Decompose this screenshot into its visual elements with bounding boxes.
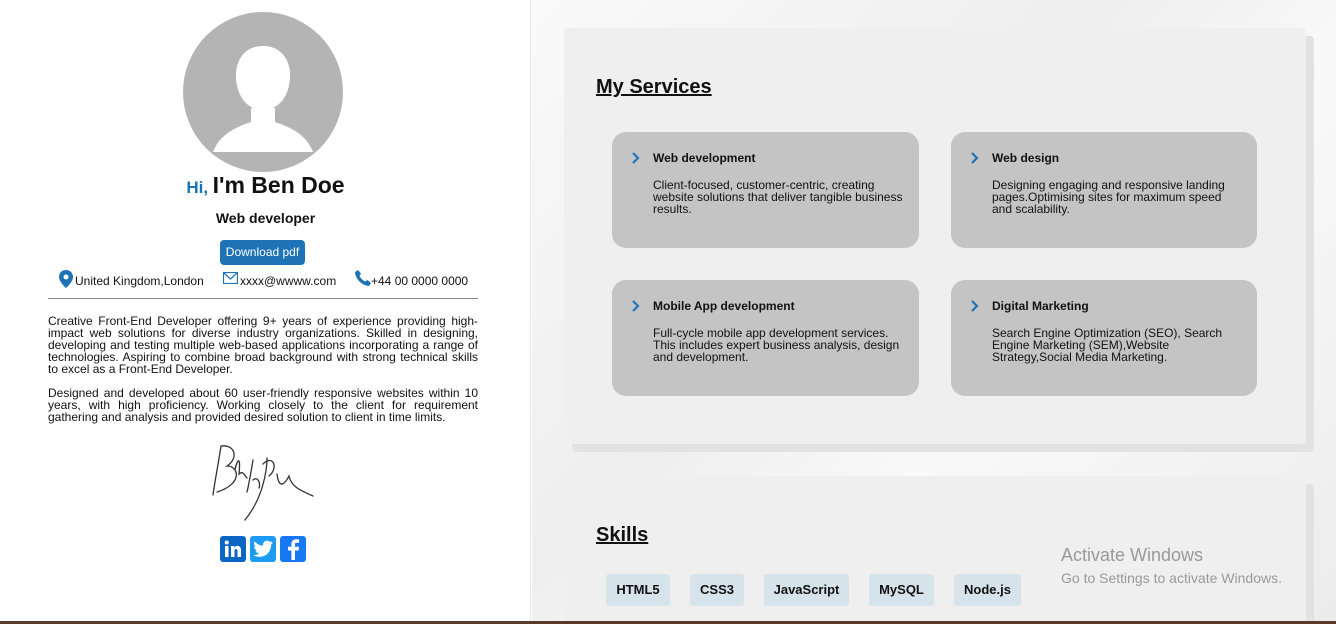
divider [48,298,478,299]
greeting-heading: Hi, I'm Ben Doe [0,172,531,199]
skill-chip: CSS3 [690,574,744,606]
service-title: Digital Marketing [992,299,1089,313]
bio-paragraph-2: Designed and developed about 60 user-fri… [48,386,478,424]
service-card-mobile-app: Mobile App development Full-cycle mobile… [612,280,919,396]
bio-paragraph-1: Creative Front-End Developer offering 9+… [48,314,478,376]
twitter-icon[interactable] [250,536,276,562]
person-name: I'm Ben Doe [212,172,345,198]
location-pin-icon [59,270,73,288]
job-title: Web developer [215,210,316,226]
signature-image [212,445,314,521]
phone-icon [355,270,371,286]
service-title: Mobile App development [653,299,795,313]
activate-windows-watermark: Activate Windows Go to Settings to activ… [1061,545,1282,586]
skill-chip: HTML5 [606,574,670,606]
email-text[interactable]: xxxx@wwww.com [240,274,336,288]
greeting-hi: Hi, [186,178,209,197]
avatar [183,12,343,172]
chevron-right-icon [971,152,979,164]
service-description: Client-focused, customer-centric, creati… [653,178,903,216]
skill-chip: JavaScript [764,574,849,606]
social-links [220,536,306,562]
services-section: My Services Web development Client-focus… [564,28,1306,444]
linkedin-icon[interactable] [220,536,246,562]
chevron-right-icon [632,300,640,312]
service-title: Web design [992,151,1060,165]
contact-location: United Kingdom,London [59,266,204,288]
service-description: Search Engine Optimization (SEO), Search… [992,326,1223,364]
services-title: My Services [596,76,712,98]
contact-email[interactable]: xxxx@wwww.com [223,266,336,288]
service-description: Full-cycle mobile app development servic… [653,326,900,364]
chevron-right-icon [632,152,640,164]
service-card-web-design: Web design Designing engaging and respon… [951,132,1257,248]
watermark-subtitle: Go to Settings to activate Windows. [1061,570,1282,586]
envelope-icon [223,272,238,284]
service-card-web-development: Web development Client-focused, customer… [612,132,919,248]
skills-title: Skills [596,524,649,546]
service-description: Designing engaging and responsive landin… [992,178,1225,216]
service-card-digital-marketing: Digital Marketing Search Engine Optimiza… [951,280,1257,396]
phone-text[interactable]: +44 00 0000 0000 [371,274,468,288]
main-area: My Services Web development Client-focus… [532,0,1336,624]
contact-phone[interactable]: +44 00 0000 0000 [355,266,468,288]
facebook-icon[interactable] [280,536,306,562]
service-title: Web development [653,151,756,165]
skill-chip: Node.js [954,574,1021,606]
skill-chip: MySQL [869,574,934,606]
watermark-title: Activate Windows [1061,545,1204,565]
location-text: United Kingdom,London [75,274,204,288]
download-pdf-button[interactable]: Download pdf [220,240,305,265]
profile-panel: Hi, I'm Ben Doe Web developer Download p… [0,0,531,624]
chevron-right-icon [971,300,979,312]
avatar-silhouette-icon [213,46,313,152]
